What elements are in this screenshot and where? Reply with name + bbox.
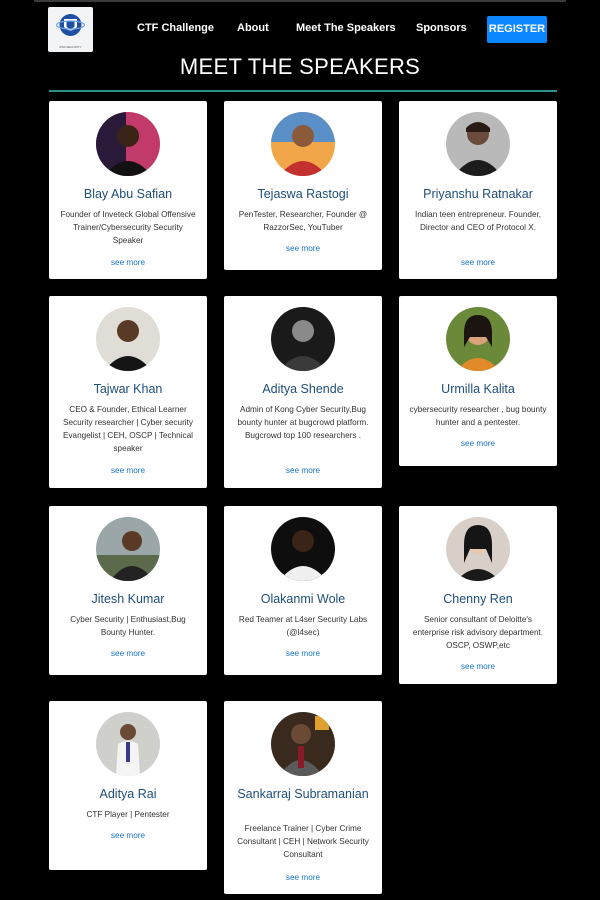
speaker-avatar [271, 307, 335, 371]
speaker-avatar [96, 517, 160, 581]
register-button[interactable]: REGISTER [487, 16, 547, 43]
nav-meet-the-speakers[interactable]: Meet The Speakers [296, 22, 396, 34]
speaker-card: Blay Abu Safian Founder of Inveteck Glob… [49, 101, 207, 279]
see-more-link[interactable]: see more [399, 439, 557, 448]
page-title: MEET THE SPEAKERS [179, 54, 421, 79]
speaker-card: Aditya Rai CTF Player | Pentester see mo… [49, 701, 207, 870]
speaker-name: Sankarraj Subramanian [237, 787, 369, 801]
person-photo-icon [96, 712, 160, 776]
speaker-name: Chenny Ren [443, 592, 513, 606]
speaker-description: Admin of Kong Cyber Security,Bug bounty … [237, 405, 369, 440]
nav-sponsors[interactable]: Sponsors [416, 22, 467, 34]
logo-text: RSA SECURITY [59, 45, 82, 49]
speaker-name: Jitesh Kumar [91, 592, 165, 606]
see-more-link[interactable]: see more [49, 258, 207, 267]
person-photo-icon [96, 112, 160, 176]
see-more-link[interactable]: see more [49, 466, 207, 475]
person-photo-icon [446, 307, 510, 371]
person-photo-icon [271, 307, 335, 371]
person-photo-icon [271, 112, 335, 176]
speaker-description: Founder of Inveteck Global Offensive Tra… [60, 210, 196, 245]
speaker-card: Tejaswa Rastogi PenTester, Researcher, F… [224, 101, 382, 270]
see-more-link[interactable]: see more [49, 831, 207, 840]
see-more-link[interactable]: see more [224, 873, 382, 882]
see-more-link[interactable]: see more [224, 649, 382, 658]
see-more-link[interactable]: see more [224, 466, 382, 475]
speaker-card: Olakanmi Wole Red Teamer at L4ser Securi… [224, 506, 382, 675]
person-photo-icon [446, 517, 510, 581]
site-logo[interactable]: RSA SECURITY [48, 7, 93, 52]
speaker-avatar [96, 712, 160, 776]
see-more-link[interactable]: see more [399, 258, 557, 267]
speaker-card: Tajwar Khan CEO & Founder, Ethical Learn… [49, 296, 207, 488]
speaker-avatar [446, 307, 510, 371]
speaker-description: cybersecurity researcher , bug bounty hu… [409, 405, 547, 427]
speaker-card: Sankarraj Subramanian Freelance Trainer … [224, 701, 382, 894]
person-photo-icon [271, 517, 335, 581]
speaker-description: Indian teen entrepreneur. Founder, Direc… [414, 210, 542, 232]
speaker-avatar [271, 112, 335, 176]
person-photo-icon [96, 517, 160, 581]
speaker-avatar [446, 517, 510, 581]
speaker-name: Blay Abu Safian [83, 187, 173, 201]
speaker-avatar [271, 517, 335, 581]
speaker-avatar [446, 112, 510, 176]
nav-ctf-challenge[interactable]: CTF Challenge [137, 22, 214, 34]
speaker-card: Aditya Shende Admin of Kong Cyber Securi… [224, 296, 382, 488]
speaker-avatar [96, 112, 160, 176]
speaker-avatar [96, 307, 160, 371]
navbar: RSA SECURITY CTF Challenge About Meet Th… [34, 2, 566, 54]
speaker-name: Aditya Shende [262, 382, 344, 396]
speaker-name: Aditya Rai [99, 787, 157, 801]
speaker-name: Tajwar Khan [93, 382, 163, 396]
speaker-description: PenTester, Researcher, Founder @ RazzorS… [238, 210, 368, 232]
person-photo-icon [96, 307, 160, 371]
see-more-link[interactable]: see more [49, 649, 207, 658]
page: RSA SECURITY CTF Challenge About Meet Th… [0, 0, 600, 900]
speaker-name: Urmilla Kalita [441, 382, 515, 396]
speaker-description: Senior consultant of Deloitte's enterpri… [412, 615, 544, 650]
speaker-card: Jitesh Kumar Cyber Security | Enthusiast… [49, 506, 207, 675]
person-photo-icon [446, 112, 510, 176]
speaker-name: Tejaswa Rastogi [257, 187, 349, 201]
speaker-card: Priyanshu Ratnakar Indian teen entrepren… [399, 101, 557, 279]
speaker-description: Red Teamer at L4ser Security Labs (@l4se… [238, 615, 368, 637]
speaker-name: Olakanmi Wole [260, 592, 346, 606]
person-photo-icon [271, 712, 335, 776]
speaker-description: Cyber Security | Enthusiast,Bug Bounty H… [70, 615, 186, 637]
speaker-card: Urmilla Kalita cybersecurity researcher … [399, 296, 557, 466]
speaker-avatar [271, 712, 335, 776]
speaker-card: Chenny Ren Senior consultant of Deloitte… [399, 506, 557, 684]
see-more-link[interactable]: see more [399, 662, 557, 671]
nav-about[interactable]: About [237, 22, 269, 34]
speaker-description: CEO & Founder, Ethical Learner Security … [62, 405, 193, 453]
see-more-link[interactable]: see more [224, 244, 382, 253]
speaker-name: Priyanshu Ratnakar [423, 187, 533, 201]
title-divider [49, 90, 557, 92]
speaker-description: Freelance Trainer | Cyber Crime Consulta… [237, 824, 369, 859]
speaker-description: CTF Player | Pentester [86, 810, 170, 819]
